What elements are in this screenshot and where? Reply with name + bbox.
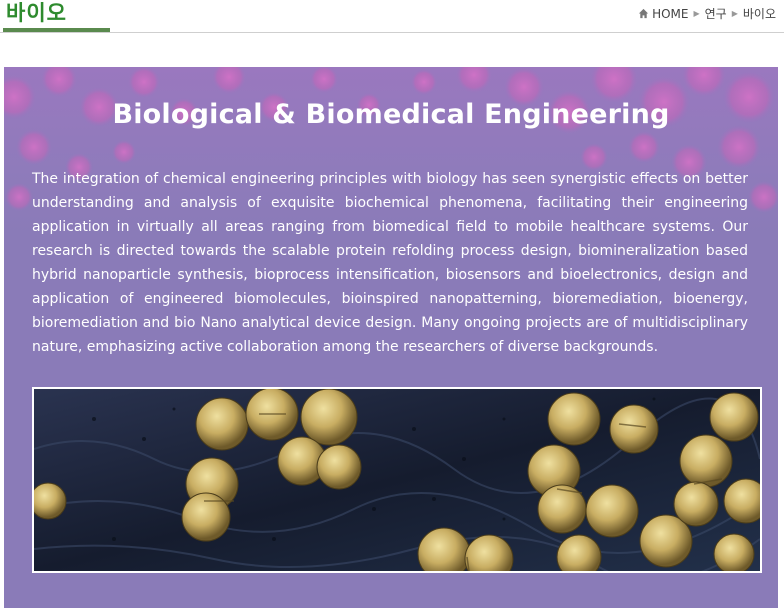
page-header: 바이오 HOME ▶ 연구 ▶ 바이오	[0, 0, 784, 33]
triangle-right-icon: ▶	[731, 9, 738, 18]
breadcrumb: HOME ▶ 연구 ▶ 바이오	[638, 5, 776, 22]
page-title: 바이오	[6, 1, 67, 25]
home-icon	[638, 8, 649, 19]
breadcrumb-current: 바이오	[742, 7, 776, 21]
hero-description: The integration of chemical engineering …	[32, 171, 748, 355]
breadcrumb-research-link[interactable]: 연구	[705, 5, 727, 22]
triangle-right-icon: ▶	[693, 9, 700, 18]
title-underline	[3, 28, 110, 32]
hero-title: Biological & Biomedical Engineering	[112, 99, 670, 130]
bacteria-image	[32, 387, 762, 573]
breadcrumb-home-link[interactable]: HOME	[652, 7, 688, 21]
hero-banner: Biological & Biomedical Engineering The …	[4, 67, 778, 608]
